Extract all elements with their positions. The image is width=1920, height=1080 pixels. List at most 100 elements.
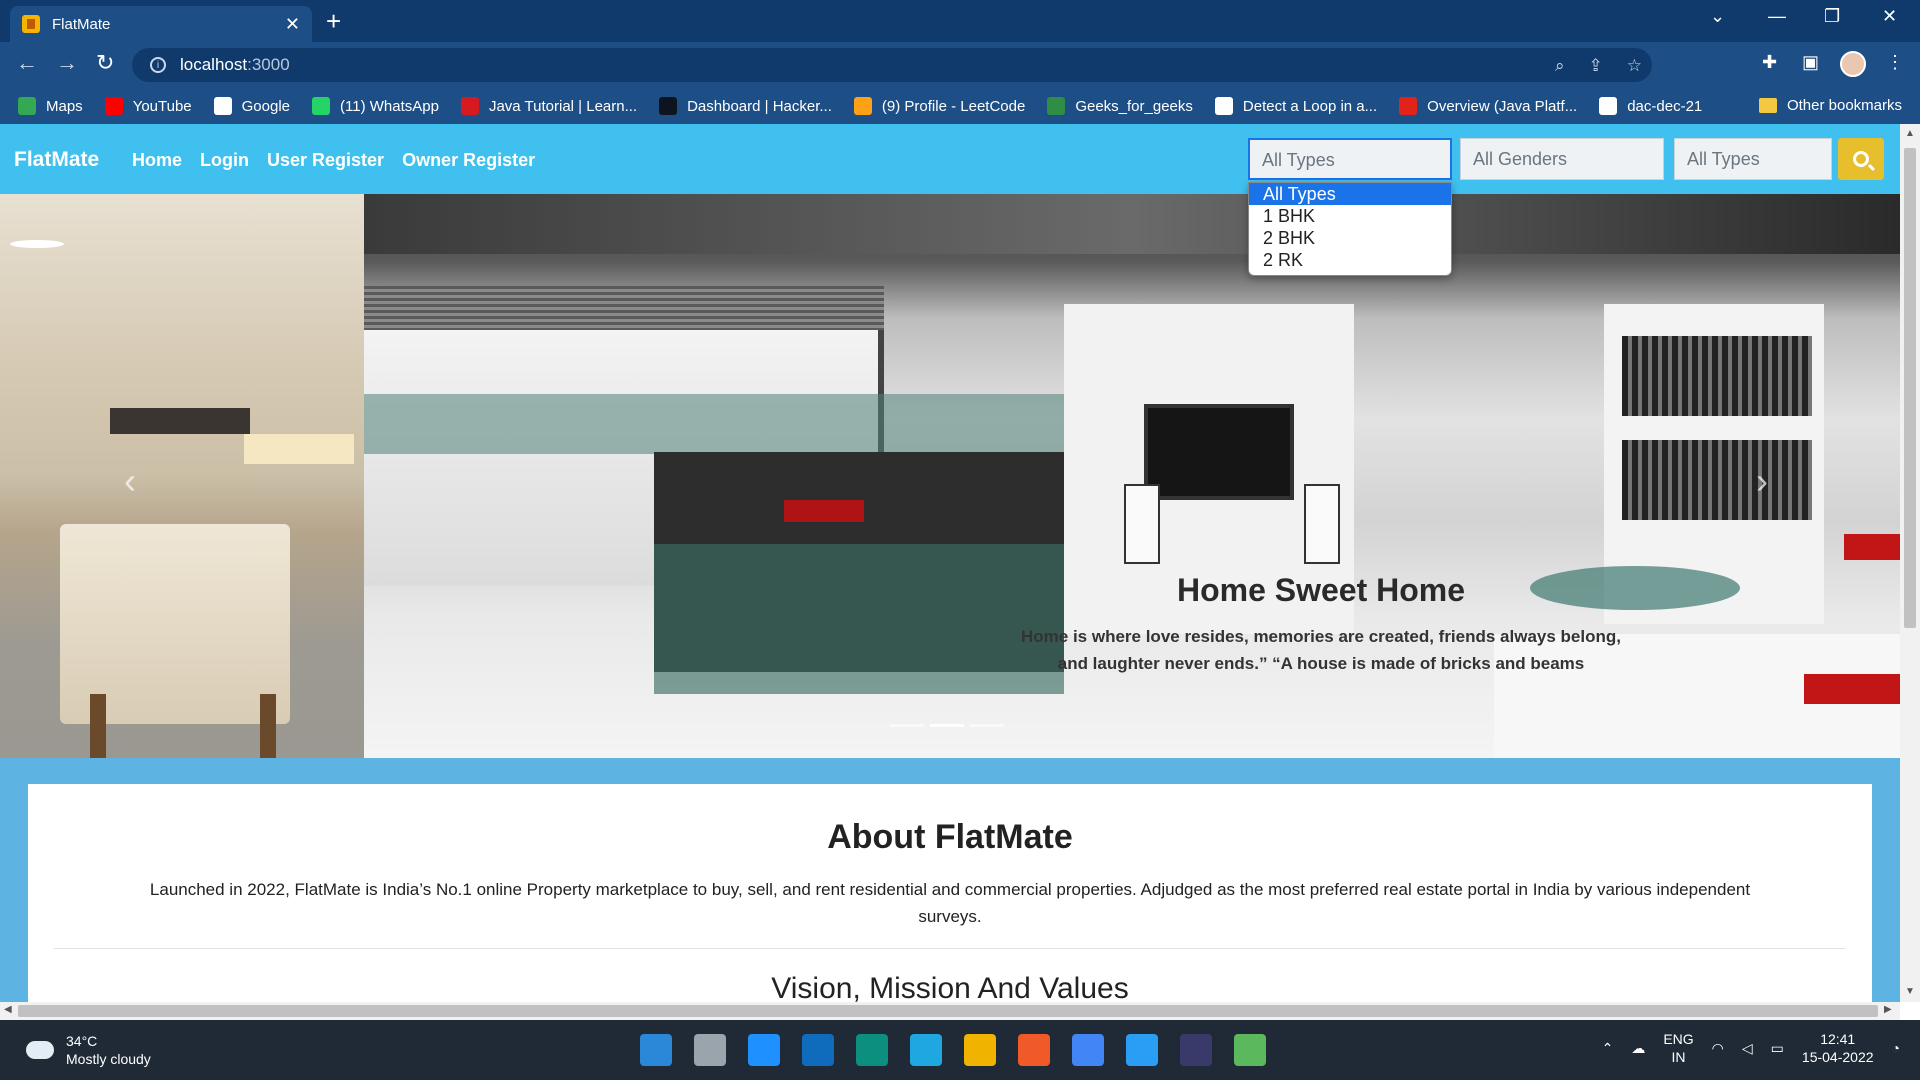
speaker bbox=[1124, 484, 1160, 564]
site-navbar: FlatMate Home Login User Register Owner … bbox=[0, 124, 1900, 194]
vertical-scrollbar[interactable]: ▲ ▼ bbox=[1900, 124, 1920, 1002]
reload-icon[interactable]: ↻ bbox=[96, 50, 114, 76]
play-icon bbox=[1214, 97, 1233, 115]
help-icon[interactable] bbox=[748, 1034, 780, 1066]
caption-title: Home Sweet Home bbox=[1176, 572, 1466, 608]
dropdown-option[interactable]: 1 BHK bbox=[1249, 205, 1451, 227]
chair-leg bbox=[90, 694, 106, 758]
bookmark-whatsapp[interactable]: (11) WhatsApp bbox=[312, 97, 439, 115]
address-bar[interactable]: i localhost:3000 ⌕ ⇪ ☆ bbox=[132, 48, 1652, 82]
other-bookmarks[interactable]: Other bookmarks bbox=[1758, 97, 1902, 114]
glass-railing bbox=[364, 394, 1064, 454]
nav-user-register[interactable]: User Register bbox=[267, 150, 384, 171]
bookmark-maps[interactable]: Maps bbox=[18, 97, 83, 115]
site-info-icon[interactable]: i bbox=[150, 57, 166, 73]
brand-logo[interactable]: FlatMate bbox=[14, 148, 99, 172]
language-indicator[interactable]: ENG IN bbox=[1663, 1030, 1693, 1066]
chevron-up-icon[interactable]: ⌃ bbox=[1602, 1040, 1614, 1057]
volume-icon[interactable]: ◁ bbox=[1742, 1040, 1753, 1057]
whatsapp-icon bbox=[312, 97, 331, 115]
pillow bbox=[1844, 534, 1900, 560]
youtube-icon bbox=[104, 97, 123, 115]
horizontal-scrollbar[interactable]: ◀ ▶ bbox=[0, 1002, 1900, 1020]
scrollbar-thumb[interactable] bbox=[18, 1005, 1878, 1017]
folder-icon bbox=[1758, 98, 1777, 113]
type-select[interactable]: All Types bbox=[1248, 138, 1452, 180]
zoom-icon[interactable]: ⌕ bbox=[1555, 56, 1565, 76]
carousel-indicator[interactable] bbox=[930, 724, 964, 727]
tab-search-icon[interactable]: ⌄ bbox=[1710, 6, 1725, 27]
github-icon bbox=[1599, 97, 1618, 115]
bookmark-geeksforgeeks[interactable]: Geeks_for_geeks bbox=[1047, 97, 1193, 115]
new-tab-icon[interactable]: + bbox=[326, 8, 341, 34]
battery-icon[interactable]: ▭ bbox=[1771, 1040, 1784, 1057]
gender-select[interactable]: All Genders bbox=[1460, 138, 1664, 180]
hp-icon[interactable] bbox=[910, 1034, 942, 1066]
nav-login[interactable]: Login bbox=[200, 150, 249, 171]
edge-icon[interactable] bbox=[856, 1034, 888, 1066]
window-blind bbox=[364, 286, 884, 330]
bookmark-dac-dec-21[interactable]: dac-dec-21 bbox=[1599, 97, 1702, 115]
bookmark-google[interactable]: Google bbox=[213, 97, 290, 115]
bookmark-java-tutorial[interactable]: Java Tutorial | Learn... bbox=[460, 97, 637, 115]
bookmark-leetcode[interactable]: (9) Profile - LeetCode bbox=[853, 97, 1025, 115]
file-explorer-icon[interactable] bbox=[964, 1034, 996, 1066]
dropdown-option[interactable]: All Types bbox=[1249, 183, 1451, 205]
back-icon[interactable]: ← bbox=[16, 50, 38, 76]
spring-tool-icon[interactable] bbox=[1234, 1034, 1266, 1066]
weather-widget[interactable]: 34°C Mostly cloudy bbox=[26, 1032, 151, 1068]
side-panel-icon[interactable]: ▣ bbox=[1802, 52, 1819, 73]
carousel-prev-icon[interactable]: ‹ bbox=[124, 460, 136, 502]
scroll-right-icon[interactable]: ▶ bbox=[1884, 1004, 1892, 1015]
browser-tab[interactable]: FlatMate ✕ bbox=[10, 6, 312, 42]
scrollbar-thumb[interactable] bbox=[1904, 148, 1916, 628]
task-view-icon[interactable] bbox=[694, 1034, 726, 1066]
carousel-indicator[interactable] bbox=[890, 724, 924, 727]
bookmark-youtube[interactable]: YouTube bbox=[104, 97, 192, 115]
search-button[interactable] bbox=[1838, 138, 1884, 180]
speaker bbox=[1304, 484, 1340, 564]
share-icon[interactable]: ⇪ bbox=[1589, 56, 1603, 76]
vscode-icon[interactable] bbox=[1126, 1034, 1158, 1066]
wifi-icon[interactable]: ◠ bbox=[1712, 1040, 1724, 1057]
taskbar-apps bbox=[640, 1034, 1266, 1066]
divider bbox=[54, 948, 1846, 949]
extensions-icon[interactable]: ✚ bbox=[1762, 52, 1777, 73]
start-icon[interactable] bbox=[640, 1034, 672, 1066]
brave-icon[interactable] bbox=[1018, 1034, 1050, 1066]
dropdown-option[interactable]: 2 RK bbox=[1249, 249, 1451, 271]
bookmark-hackerrank[interactable]: Dashboard | Hacker... bbox=[659, 97, 832, 115]
type-select-2[interactable]: All Types bbox=[1674, 138, 1832, 180]
close-window-icon[interactable]: ✕ bbox=[1882, 6, 1897, 27]
carousel-indicator[interactable] bbox=[970, 724, 1004, 727]
carousel-next-icon[interactable]: › bbox=[1756, 460, 1768, 502]
forward-icon[interactable]: → bbox=[56, 50, 78, 76]
minimize-icon[interactable]: — bbox=[1768, 6, 1786, 27]
scroll-up-icon[interactable]: ▲ bbox=[1905, 128, 1915, 139]
eclipse-icon[interactable] bbox=[1180, 1034, 1212, 1066]
profile-avatar[interactable] bbox=[1840, 51, 1866, 77]
clock[interactable]: 12:41 15-04-2022 bbox=[1802, 1030, 1874, 1066]
time: 12:41 bbox=[1820, 1031, 1856, 1047]
bookmark-star-icon[interactable]: ☆ bbox=[1627, 56, 1642, 76]
scroll-left-icon[interactable]: ◀ bbox=[4, 1004, 12, 1015]
site-favicon-icon bbox=[22, 15, 40, 33]
bookmark-java-platform[interactable]: Overview (Java Platf... bbox=[1399, 97, 1577, 115]
dropdown-option[interactable]: 2 BHK bbox=[1249, 227, 1451, 249]
wall-art bbox=[110, 408, 250, 434]
close-tab-icon[interactable]: ✕ bbox=[285, 14, 300, 35]
store-icon[interactable] bbox=[802, 1034, 834, 1066]
maps-icon bbox=[18, 97, 36, 115]
notifications-icon[interactable]: ◔ bbox=[1892, 1040, 1900, 1056]
oracle-icon bbox=[1399, 97, 1418, 115]
scroll-down-icon[interactable]: ▼ bbox=[1905, 986, 1915, 997]
bookmark-detect-loop[interactable]: Detect a Loop in a... bbox=[1214, 97, 1377, 115]
restore-icon[interactable]: ❐ bbox=[1824, 6, 1840, 27]
nav-home[interactable]: Home bbox=[132, 150, 182, 171]
menu-icon[interactable]: ⋮ bbox=[1886, 52, 1904, 73]
chrome-icon[interactable] bbox=[1072, 1034, 1104, 1066]
television bbox=[1144, 404, 1294, 500]
onedrive-icon[interactable]: ☁ bbox=[1631, 1040, 1645, 1057]
search-icon bbox=[1853, 151, 1869, 167]
nav-owner-register[interactable]: Owner Register bbox=[402, 150, 535, 171]
